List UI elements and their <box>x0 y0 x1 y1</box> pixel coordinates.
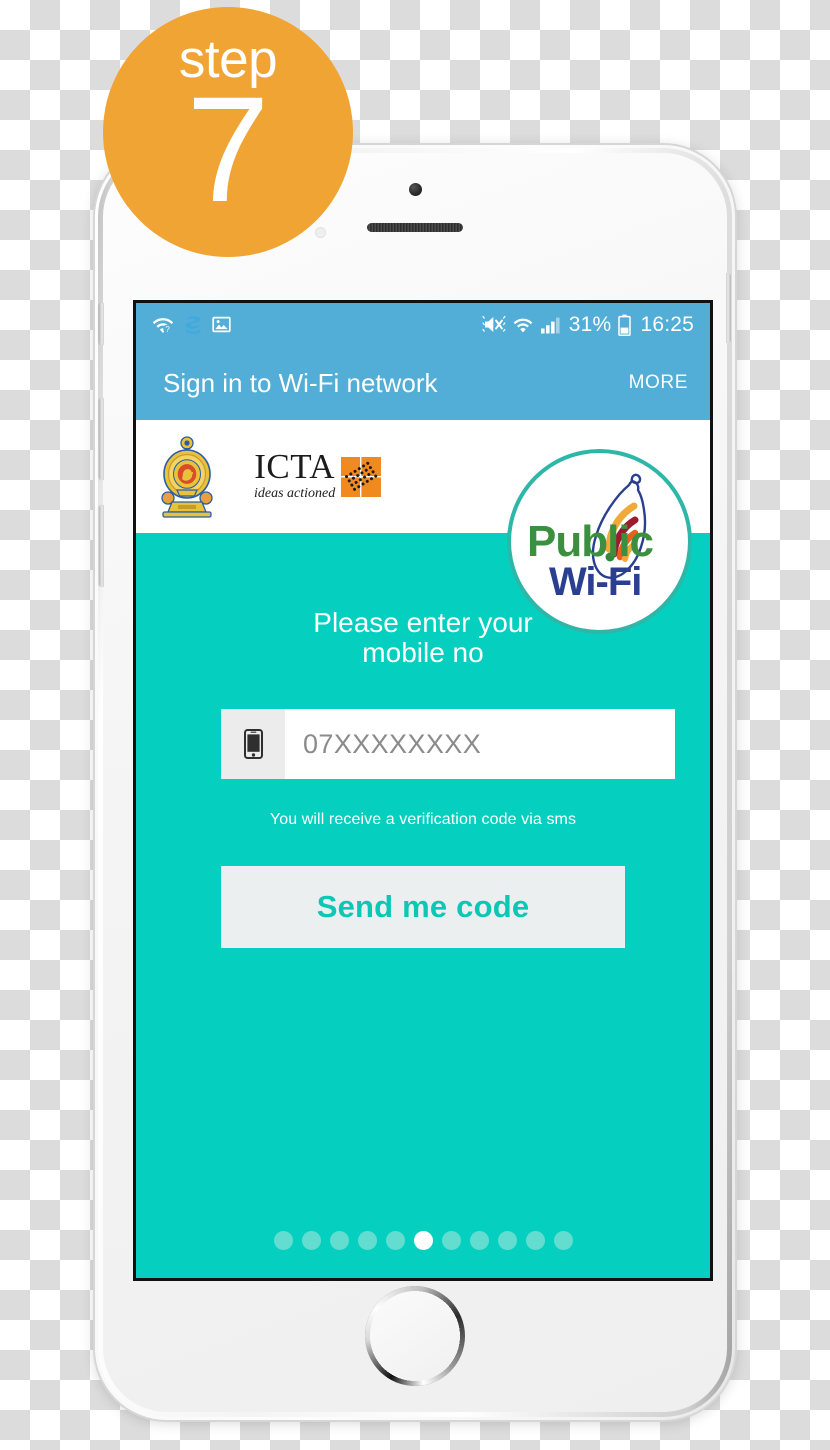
page-indicator-dot[interactable] <box>553 1231 573 1250</box>
icta-word: ICTA <box>254 447 336 487</box>
image-icon <box>212 316 231 333</box>
mobile-phone-icon <box>243 729 263 760</box>
page-indicator-dot[interactable] <box>413 1231 433 1250</box>
battery-percentage: 31% <box>568 312 612 336</box>
home-button[interactable] <box>369 1290 461 1382</box>
prompt-line-2: mobile no <box>362 637 484 669</box>
page-indicator-dots[interactable] <box>136 1231 710 1250</box>
power-button[interactable] <box>726 273 731 343</box>
page-indicator-dot[interactable] <box>329 1231 349 1250</box>
mobile-number-input[interactable] <box>285 709 675 780</box>
battery-icon <box>618 314 632 336</box>
icta-wordmark: ICTA ideas actioned <box>254 447 336 501</box>
step-badge: step 7 <box>103 7 353 257</box>
signin-content: Please enter your mobile no 07XXXXXXXX Y… <box>136 533 710 1278</box>
page-root: ? 31% 16:25 Sign in to Wi-Fi network MOR… <box>0 0 830 1450</box>
page-title: Sign in to Wi-Fi network <box>163 367 438 398</box>
helper-text: You will receive a verification code via… <box>269 811 577 829</box>
icta-square-mark-icon <box>341 456 382 497</box>
front-camera-icon <box>409 183 422 196</box>
public-wifi-logo: Public Wi-Fi <box>511 453 688 630</box>
status-bar-right-icons: 31% 16:25 <box>482 313 694 337</box>
proximity-sensor <box>315 227 326 238</box>
phone-screen: ? 31% 16:25 Sign in to Wi-Fi network MOR… <box>136 303 710 1278</box>
status-bar-left-icons: ? <box>152 315 231 335</box>
svg-text:Wi-Fi: Wi-Fi <box>549 560 641 604</box>
phone-device: ? 31% 16:25 Sign in to Wi-Fi network MOR… <box>95 145 735 1420</box>
earpiece-speaker <box>367 223 463 232</box>
page-indicator-dot[interactable] <box>469 1231 489 1250</box>
volume-up-button[interactable] <box>99 398 104 480</box>
svg-text:Public: Public <box>527 517 654 566</box>
status-bar-clock: 16:25 <box>640 312 694 336</box>
icta-logo: ICTA ideas actioned <box>254 447 382 501</box>
page-indicator-dot[interactable] <box>441 1231 461 1250</box>
volume-down-button[interactable] <box>99 505 104 587</box>
branding-band: ICTA ideas actioned Public Wi-Fi <box>136 420 710 630</box>
cellular-signal-icon <box>540 317 560 333</box>
page-indicator-dot[interactable] <box>497 1231 517 1250</box>
s-health-icon <box>185 315 201 334</box>
page-indicator-dot[interactable] <box>273 1231 293 1250</box>
mobile-phone-icon-box <box>221 709 285 780</box>
wifi-question-icon: ? <box>152 318 174 334</box>
more-button[interactable]: MORE <box>629 372 688 394</box>
mobile-number-field[interactable] <box>221 709 675 780</box>
page-indicator-dot[interactable] <box>385 1231 405 1250</box>
page-indicator-dot[interactable] <box>301 1231 321 1250</box>
wifi-icon <box>513 318 533 332</box>
svg-text:?: ? <box>165 325 170 334</box>
page-indicator-dot[interactable] <box>525 1231 545 1250</box>
phone-front-face: ? 31% 16:25 Sign in to Wi-Fi network MOR… <box>99 153 731 1412</box>
page-indicator-dot[interactable] <box>357 1231 377 1250</box>
mute-switch-button[interactable] <box>99 303 104 345</box>
sri-lanka-government-emblem-icon <box>161 435 213 518</box>
status-bar: ? 31% 16:25 <box>136 303 710 346</box>
app-action-bar: Sign in to Wi-Fi network MORE <box>136 346 710 420</box>
send-me-code-button[interactable]: Send me code <box>221 866 625 949</box>
mute-vibrate-icon <box>482 315 506 332</box>
step-number: 7 <box>186 65 270 233</box>
icta-tagline: ideas actioned <box>254 485 336 501</box>
